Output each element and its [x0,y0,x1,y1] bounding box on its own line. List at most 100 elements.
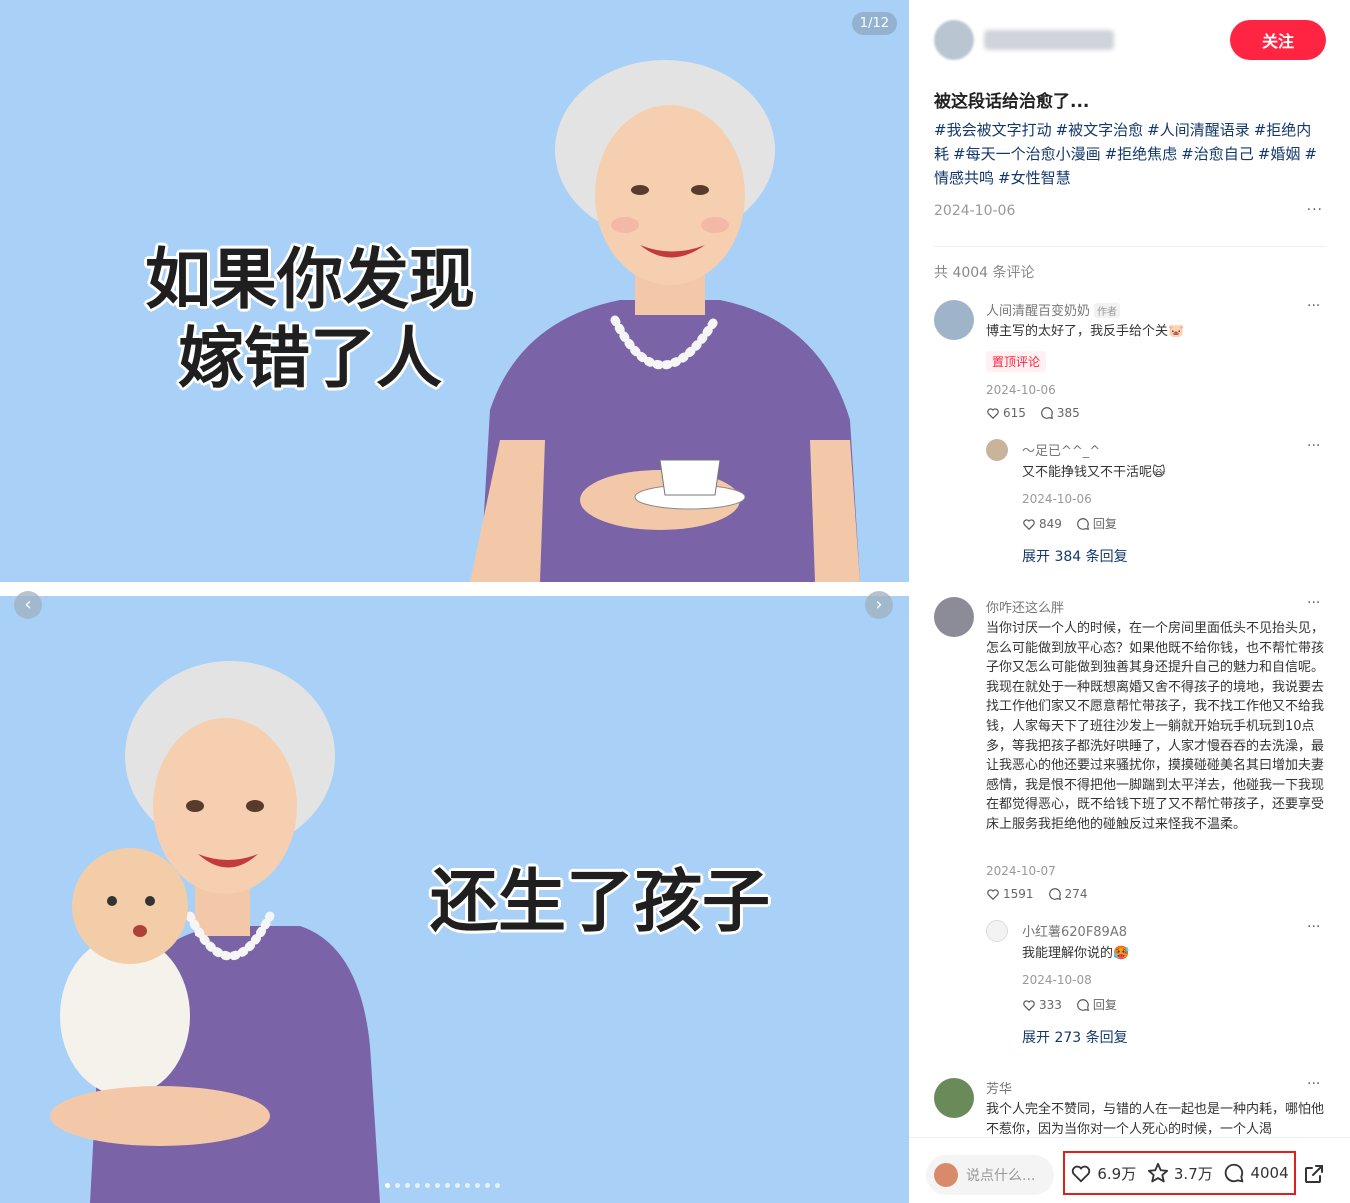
comment-count: 共 4004 条评论 [934,265,1035,281]
reply-label: 回复 [1092,998,1117,1012]
caption-line-1: 如果你发现 [145,241,475,318]
comment-text: 当你讨厌一个人的时候，在一个房间里面低头不见抬头见，怎么可能做到放平心态？如果他… [986,621,1325,832]
expand-replies-link[interactable]: 展开 273 条回复 [1022,1027,1128,1047]
share-icon[interactable] [1302,1162,1326,1186]
comment-input[interactable]: 说点什么... [926,1155,1054,1195]
reply-actions: 333 回复 [1022,996,1117,1013]
like-count: 1591 [1003,887,1034,901]
comment-list[interactable]: 人间清醒百变奶奶 作者 ··· 博主写的太好了，我反手给个关🐷 置顶评论 2024… [909,290,1350,1136]
collect-button[interactable]: 3.7万 [1147,1162,1213,1184]
slide2-caption: 还生了孩子 [429,863,770,942]
engagement-bar: 说点什么... 6.9万 3.7万 4004 [909,1137,1350,1203]
slide-dot[interactable] [435,1183,440,1188]
comment-author[interactable]: 你咋还这么胖 [986,597,1064,616]
slide-dot[interactable] [385,1183,390,1188]
more-options-icon[interactable]: ··· [1307,202,1323,218]
comment-button[interactable]: 4004 [1223,1162,1289,1184]
reply-button[interactable]: 274 [1048,887,1088,901]
like-count: 615 [1003,406,1026,420]
pinned-badge: 置顶评论 [986,351,1047,372]
avatar[interactable] [986,439,1008,461]
chat-bubble-icon [1041,407,1053,419]
chevron-right-icon: › [875,594,883,615]
comment-author-name[interactable]: 人间清醒百变奶奶 [986,304,1090,319]
slide-dot[interactable] [415,1183,420,1188]
slide-dot[interactable] [395,1183,400,1188]
like-count: 6.9万 [1097,1164,1137,1183]
tag-link[interactable]: #拒绝焦虑 [1105,145,1178,163]
tag-link[interactable]: #人间清醒语录 [1147,121,1250,139]
avatar[interactable] [986,920,1008,942]
slide-dot[interactable] [455,1183,460,1188]
reply-count: 385 [1056,406,1080,420]
slide-dot[interactable] [425,1183,430,1188]
expand-replies-link[interactable]: 展开 384 条回复 [1022,546,1128,566]
prev-image-button[interactable]: ‹ [14,591,42,619]
avatar[interactable] [934,300,974,340]
comment-date: 2024-10-07 [986,864,1056,878]
image-counter: 1/12 [851,12,897,35]
avatar[interactable] [934,1078,974,1118]
author-avatar[interactable] [934,20,974,60]
comment-author[interactable]: 人间清醒百变奶奶 作者 [986,300,1121,319]
more-options-icon[interactable]: ··· [1307,919,1320,935]
reply-button[interactable]: 回复 [1076,996,1117,1013]
chat-bubble-icon [1225,1163,1244,1183]
reply-author[interactable]: ～足已^^_^ [1022,440,1100,459]
more-options-icon[interactable]: ··· [1307,1076,1320,1092]
comment-author[interactable]: 芳华 [986,1078,1012,1097]
like-button[interactable]: 849 [1022,515,1062,532]
star-icon [1147,1162,1168,1183]
more-options-icon[interactable]: ··· [1307,298,1320,314]
note-tags: #我会被文字打动 #被文字治愈 #人间清醒语录 #拒绝内耗 #每天一个治愈小漫画 #拒绝焦… [934,118,1326,190]
like-button[interactable]: 6.9万 [1070,1162,1136,1184]
like-button[interactable]: 1591 [986,887,1034,901]
more-options-icon[interactable]: ··· [1307,595,1320,611]
like-count: 333 [1039,997,1062,1012]
author-name-blurred[interactable] [984,30,1114,50]
collect-count: 3.7万 [1173,1164,1213,1183]
like-button[interactable]: 615 [986,406,1026,420]
avatar[interactable] [934,597,974,637]
slide-dot[interactable] [475,1183,480,1188]
reply-text: 我能理解你说的🥵 [1022,946,1130,961]
reply-count: 274 [1064,887,1088,901]
chat-bubble-icon [1077,998,1089,1011]
tag-link[interactable]: #我会被文字打动 [934,121,1052,139]
slide-dot[interactable] [445,1183,450,1188]
follow-button[interactable]: 关注 [1230,20,1326,60]
note-date: 2024-10-06 [934,203,1016,219]
heart-icon [1023,999,1035,1011]
divider [934,246,1326,247]
tag-link[interactable]: #女性智慧 [998,169,1071,187]
slide-dot[interactable] [495,1183,500,1188]
tag-link[interactable]: #被文字治愈 [1056,121,1144,139]
reply-button[interactable]: 回复 [1076,515,1117,532]
author-bar: 关注 [934,20,1326,60]
next-image-button[interactable]: › [865,591,893,619]
chat-bubble-icon [1048,888,1061,900]
comment-input-placeholder: 说点什么... [966,1168,1036,1184]
media-viewer[interactable]: 1/12 如果你发现 嫁错了人 还生了孩子 ‹ › [0,0,909,1203]
tag-link[interactable]: #每天一个治愈小漫画 [953,145,1101,163]
slide-dot[interactable] [405,1183,410,1188]
caption-line-2: 嫁错了人 [178,320,442,398]
tag-link[interactable]: #治愈自己 [1181,145,1254,163]
slide-dot[interactable] [465,1183,470,1188]
comment-count-button-label: 4004 [1250,1164,1289,1182]
chat-bubble-icon [1077,517,1089,530]
reply-date: 2024-10-06 [1022,492,1092,506]
like-button[interactable]: 333 [1022,996,1062,1013]
reply-label: 回复 [1092,517,1117,531]
slide-dots[interactable] [385,1183,500,1188]
reply-author[interactable]: 小红薯620F89A8 [1022,921,1127,940]
like-count: 849 [1039,516,1062,531]
heart-icon [987,889,999,901]
more-options-icon[interactable]: ··· [1307,438,1320,454]
reply-button[interactable]: 385 [1040,406,1080,420]
slide-dot[interactable] [485,1183,490,1188]
comment-date: 2024-10-06 [986,383,1056,397]
heart-icon [1023,518,1035,530]
tag-link[interactable]: #婚姻 [1258,145,1301,163]
reply-text: 又不能挣钱又不干活呢🙀 [1022,465,1166,480]
